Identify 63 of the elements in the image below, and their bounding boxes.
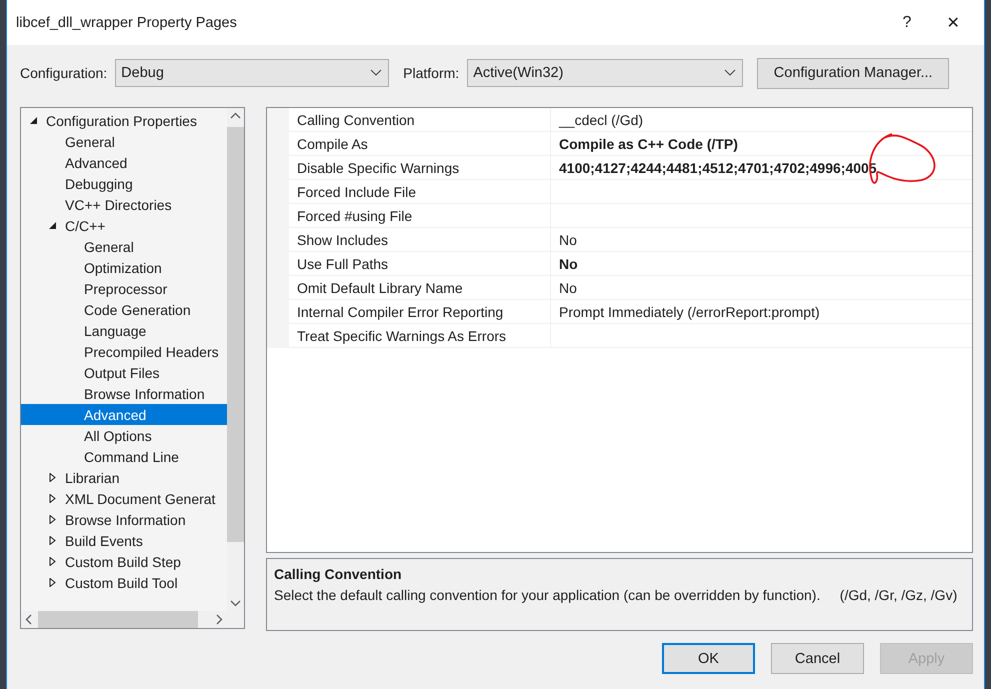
- collapsed-triangle-icon[interactable]: [48, 536, 57, 545]
- tree-item[interactable]: All Options: [21, 425, 227, 446]
- expanded-triangle-icon[interactable]: [29, 116, 38, 125]
- property-name[interactable]: Treat Specific Warnings As Errors: [297, 328, 506, 344]
- tree-item[interactable]: Custom Build Tool: [21, 572, 227, 593]
- expanded-triangle-icon[interactable]: [48, 221, 57, 230]
- property-name[interactable]: Omit Default Library Name: [297, 280, 463, 296]
- tree-item[interactable]: VC++ Directories: [21, 194, 227, 215]
- tree-item[interactable]: Custom Build Step: [21, 551, 227, 572]
- collapsed-triangle-icon[interactable]: [48, 494, 57, 503]
- tree-item[interactable]: C/C++: [21, 215, 227, 236]
- property-name[interactable]: Forced Include File: [297, 184, 416, 200]
- property-name[interactable]: Disable Specific Warnings: [297, 160, 460, 176]
- tree-item[interactable]: Advanced: [21, 152, 227, 173]
- tree-item[interactable]: Build Events: [21, 530, 227, 551]
- tree-item[interactable]: Configuration Properties: [21, 110, 227, 131]
- property-value[interactable]: Prompt Immediately (/errorReport:prompt): [559, 304, 820, 320]
- collapsed-triangle-icon[interactable]: [48, 578, 57, 587]
- tree-item[interactable]: Advanced: [21, 404, 227, 425]
- tree-item[interactable]: General: [21, 236, 227, 257]
- tree-item[interactable]: XML Document Generat: [21, 488, 227, 509]
- property-value[interactable]: No: [559, 232, 577, 248]
- scrollbar-thumb[interactable]: [38, 611, 198, 628]
- property-name[interactable]: Use Full Paths: [297, 256, 388, 272]
- tree-item[interactable]: Browse Information: [21, 509, 227, 530]
- property-name[interactable]: Show Includes: [297, 232, 388, 248]
- configuration-label: Configuration:: [20, 65, 108, 81]
- chevron-down-icon: [370, 69, 382, 77]
- tree-item[interactable]: General: [21, 131, 227, 152]
- configuration-dropdown[interactable]: Debug: [115, 59, 390, 87]
- property-value[interactable]: No: [559, 280, 577, 296]
- collapsed-triangle-icon[interactable]: [48, 473, 57, 482]
- property-name[interactable]: Internal Compiler Error Reporting: [297, 304, 504, 320]
- tree-item[interactable]: Optimization: [21, 257, 227, 278]
- tree-item[interactable]: Code Generation: [21, 299, 227, 320]
- scrollbar-thumb[interactable]: [227, 127, 244, 542]
- tree-item[interactable]: Output Files: [21, 362, 227, 383]
- property-value[interactable]: No: [559, 256, 578, 272]
- window-title: libcef_dll_wrapper Property Pages: [16, 14, 238, 30]
- property-name[interactable]: Calling Convention: [297, 112, 415, 128]
- tree-item[interactable]: Preprocessor: [21, 278, 227, 299]
- tree-item[interactable]: Librarian: [21, 467, 227, 488]
- ok-button[interactable]: OK: [662, 643, 755, 674]
- help-button[interactable]: ?: [884, 14, 930, 32]
- platform-label: Platform:: [403, 65, 460, 81]
- description-title: Calling Convention: [274, 565, 403, 584]
- cancel-button[interactable]: Cancel: [771, 643, 864, 674]
- tree-item[interactable]: Command Line: [21, 446, 227, 467]
- close-button[interactable]: ✕: [930, 12, 976, 32]
- property-value[interactable]: __cdecl (/Gd): [559, 112, 644, 128]
- property-value[interactable]: Compile as C++ Code (/TP): [559, 136, 738, 152]
- property-name[interactable]: Forced #using File: [297, 208, 412, 224]
- tree-item[interactable]: Precompiled Headers: [21, 341, 227, 362]
- collapsed-triangle-icon[interactable]: [48, 557, 57, 566]
- description-text: Select the default calling convention for your application (can be overridden by function). (/Gd, /Gr, /Gz, /Gv): [274, 587, 958, 603]
- tree-item[interactable]: Language: [21, 320, 227, 341]
- chevron-down-icon: [724, 69, 736, 77]
- tree-item[interactable]: Debugging: [21, 173, 227, 194]
- property-name[interactable]: Compile As: [297, 136, 368, 152]
- configuration-manager-button[interactable]: Configuration Manager...: [757, 58, 950, 88]
- tree-item[interactable]: Browse Information: [21, 383, 227, 404]
- collapsed-triangle-icon[interactable]: [48, 515, 57, 524]
- platform-dropdown[interactable]: Active(Win32): [467, 59, 744, 87]
